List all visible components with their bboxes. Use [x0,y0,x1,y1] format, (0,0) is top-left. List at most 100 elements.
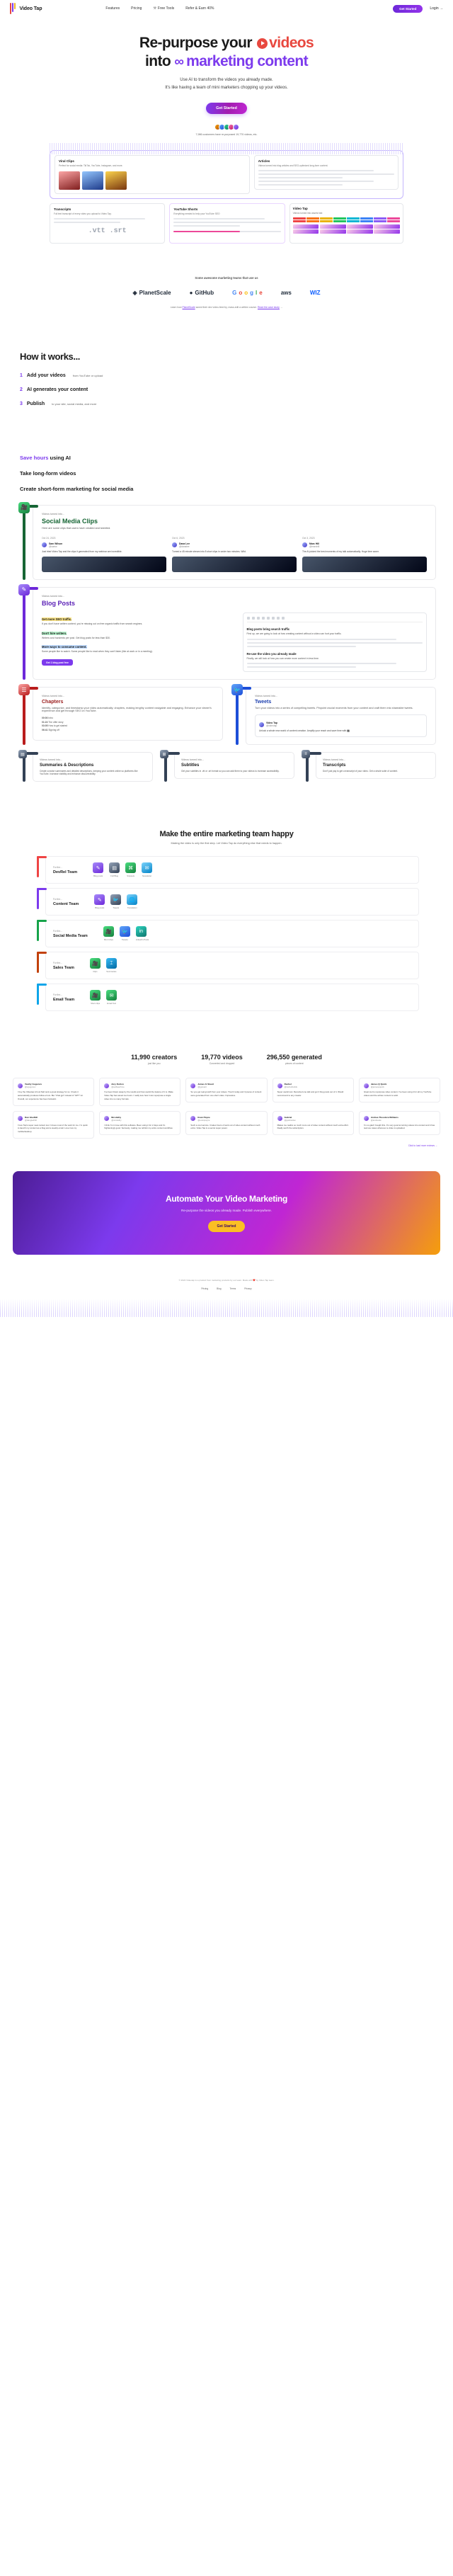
nav-item-free-tools[interactable]: ⚒ Free Tools [153,6,174,11]
testimonial-card[interactable]: Amy Dutton @selfteachme I've been blown … [99,1078,181,1106]
logo-planetscale: ◈ PlanetScale [133,290,171,296]
avatar [363,1083,369,1088]
tool-item[interactable]: 🐦 Tweets [110,894,122,909]
footer-links: Pricing Blog Terms Privacy [0,1287,453,1290]
chapter-list: 00:00 Intro 01:24 The offer story 03:05 … [42,717,214,732]
twitter-icon: 🐦 [119,926,130,937]
footer-link-terms[interactable]: Terms [230,1287,236,1290]
text-line [258,170,374,172]
step-number: 1 [20,372,23,378]
editor-toolbar[interactable] [246,616,423,622]
video-icon: 🎥 [89,958,101,969]
list-icon: ☰ [18,684,30,696]
tool-item[interactable]: 🎥 Short clips [90,990,101,1005]
tool-item[interactable]: ▤ Full Blog [109,862,120,877]
login-link[interactable]: Login → [430,6,443,11]
tool-item[interactable]: ⌘ Snippets [125,862,137,877]
testimonial-author: Andrea Theodora Williams [370,1115,398,1119]
testimonial-card[interactable]: Vasiliy Gugunov @vgugunov I buy the Vide… [13,1078,95,1106]
testimonial-body: Makes me realize so much more out of vid… [277,1123,349,1130]
tweet-media[interactable] [302,556,427,572]
footer-link-blog[interactable]: Blog [217,1287,221,1290]
testimonial-handle: @nicolathy [111,1118,122,1122]
case-study-link[interactable]: Read the case study [258,306,280,309]
feature-card-subtitles: ⊞ Videos turned into... Subtitles Get yo… [159,750,294,782]
team-name: Sales Team [53,965,74,970]
tweet-text: Just tried Video Tap and the clips it ge… [42,549,122,553]
tool-item[interactable]: ✎ Blog posts [94,894,105,909]
footer-link-privacy[interactable]: Privacy [244,1287,251,1290]
summary-icon: ⌶ [105,958,117,969]
tool-item[interactable]: ✎ Blog posts [93,862,104,877]
bracket-decoration [17,504,38,580]
team-rows: For the... DevRel Team ✎ Blog posts ▤ Full… [20,856,433,1012]
avatar [104,1116,110,1122]
testimonial-body: Great tool to repurpose video content. I… [363,1090,432,1098]
nav-item-features[interactable]: Features [105,6,120,11]
clip-thumbnail[interactable] [59,171,80,190]
testimonial-card[interactable]: Andrea Theodora Williams @andreatw I'm s… [358,1110,441,1136]
clip-thumbnail[interactable] [105,171,127,190]
blog-editor-preview: Blog posts bring search traffic First up… [242,612,427,673]
testimonial-card[interactable]: Rachel @rachelbuilds Super useful tool. … [272,1078,354,1102]
tweet-media[interactable] [42,556,166,572]
tool-item[interactable]: in LinkedIn Posts [135,926,149,941]
testimonial-handle: @jamesqquick [370,1085,384,1089]
tool-item[interactable]: ⌶ Summaries [105,958,117,973]
testimonial-author: Dan Gledhill [25,1115,38,1119]
tweet-card[interactable]: Oct 6, 2023 Dana Lee @danalee Turned a 4… [172,537,297,572]
logo[interactable]: Video Tap [10,3,42,14]
bracket-decoration [34,984,47,1011]
testimonial-card[interactable]: James G Stuart @jgstuart So you get real… [185,1078,268,1102]
clip-thumbnail[interactable] [82,171,103,190]
avatar [302,542,307,548]
testimonial-card[interactable]: Gabriel @gabrieldev Makes me realize so … [272,1110,354,1136]
tweet-card[interactable]: Oct 3, 2023 Marc Hill @marchill The AI p… [302,537,427,572]
testimonial-body: I love Tap's super neat content tool. It… [18,1123,88,1134]
tool-item[interactable]: ✉ Email Text [106,990,117,1005]
testimonial-body: I buy the Videotap AI tool Nah tenk a gr… [18,1090,84,1100]
value-prop-section: Save hours using AI Take long-form video… [0,455,453,492]
testimonial-card[interactable]: Dan Gledhill @dangledhill I love Tap's s… [13,1110,95,1139]
feature-title: Blog Posts [42,599,76,607]
tweet-media[interactable] [172,556,297,572]
feature-kicker: Videos turned into... [42,594,64,598]
get-started-button-final[interactable]: Get Started [207,1220,246,1232]
get-started-button-header[interactable]: Get Started [393,4,423,13]
globe-icon: 🌐 [127,894,138,906]
feature-card-tweets: 🐦 Videos turned into... Tweets Turn your… [230,684,436,746]
tool-item[interactable]: ✉ Newsletter [142,862,153,877]
text-line [258,184,343,186]
planetscale-link[interactable]: PlanetScale [183,306,195,309]
nav-item-pricing[interactable]: Pricing [131,6,142,11]
get-started-button-hero[interactable]: Get Started [206,103,247,115]
free-blog-post-button[interactable]: Get 1 blog post free [42,659,73,666]
testimonial-card[interactable]: Evan Payne @evanpayne Such a cool servic… [185,1110,268,1136]
tweet-handle: @danalee [179,545,190,548]
avatar [232,124,239,131]
logo-label: WIZ [309,289,321,296]
testimonial-body: I've been blown away by the results and … [104,1090,173,1100]
load-more-reviews-link[interactable]: Click to load more reviews → [13,1144,440,1147]
feature-title: Transcripts [323,763,346,768]
hero-line2: into ∞ marketing content [0,52,453,71]
testimonials-row-2: Dan Gledhill @dangledhill I love Tap's s… [13,1110,441,1139]
testimonial-handle: @andreatw [370,1118,382,1122]
sample-tweet-card[interactable]: Video Tap @videotap Unlock a whole new w… [255,714,427,738]
team-row-sales: For the... Sales Team 🎥 Clips ⌶ Summaries [34,952,419,980]
footer-waveform-decoration [0,1298,453,1317]
shorts-sub: Everything needed to help your YouTube S… [173,212,220,216]
stat-creators: 11,990 creators just like you [131,1054,177,1065]
testimonial-card[interactable]: Nicolathy @nicolathy I think I'm in love… [99,1110,181,1136]
tool-item[interactable]: 🌐 Translation [127,894,138,909]
tool-item[interactable]: 🎥 Clips [89,958,101,973]
footer-link-pricing[interactable]: Pricing [201,1287,208,1290]
nav-item-refer[interactable]: Refer & Earn 40% [185,6,214,11]
feature-desc: Get your subtitles in .vtt or .srt forma… [181,770,280,773]
tool-item[interactable]: 🐦 Tweets [119,926,130,941]
tool-item[interactable]: 🎥 Short clips [103,926,114,941]
chapter-item[interactable]: 06:41 Signing off [42,729,214,733]
testimonial-card[interactable]: James Q Quick @jamesqquick Great tool to… [358,1078,441,1102]
testimonial-author: Evan Payne [197,1115,210,1119]
tweet-card[interactable]: Oct 24, 2023 Sam Wilson @samw Just tried… [42,537,166,572]
